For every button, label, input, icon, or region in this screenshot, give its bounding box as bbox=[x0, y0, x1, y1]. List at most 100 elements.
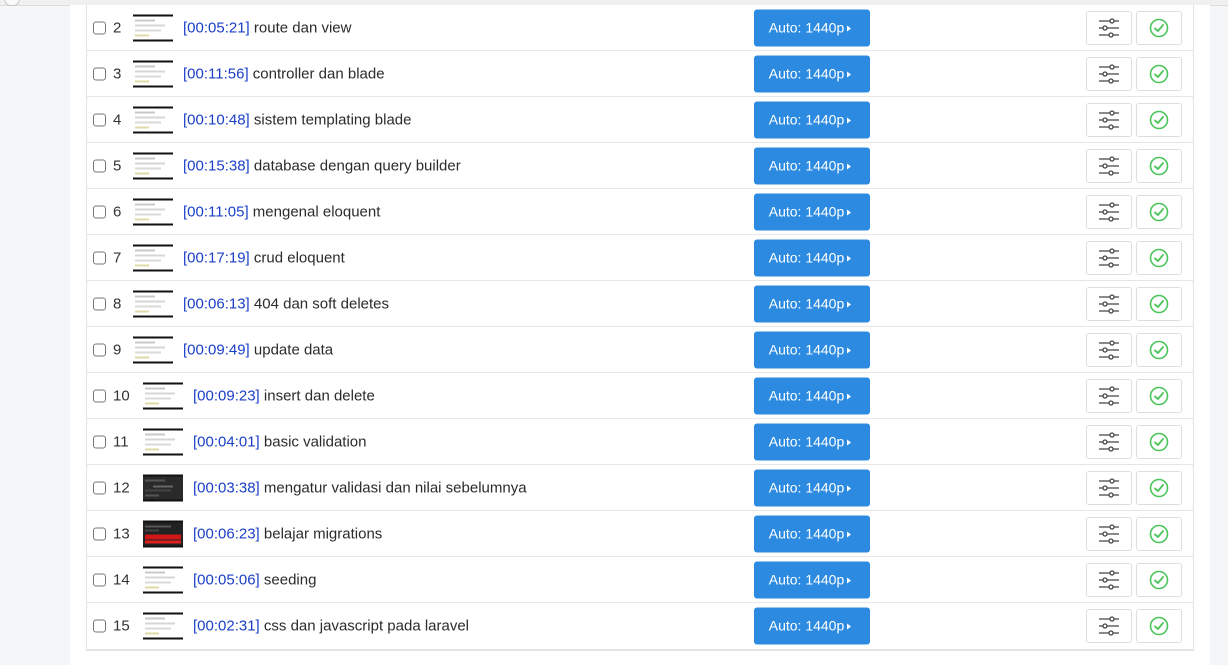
video-thumbnail[interactable] bbox=[143, 428, 183, 455]
settings-button[interactable] bbox=[1086, 148, 1132, 183]
video-thumbnail[interactable] bbox=[143, 612, 183, 640]
select-checkbox[interactable] bbox=[93, 113, 106, 126]
mark-done-button[interactable] bbox=[1136, 332, 1182, 367]
settings-button[interactable] bbox=[1086, 286, 1132, 321]
select-checkbox[interactable] bbox=[93, 435, 106, 448]
video-thumbnail[interactable] bbox=[143, 474, 183, 501]
settings-button[interactable] bbox=[1086, 424, 1132, 459]
select-checkbox[interactable] bbox=[93, 619, 106, 633]
settings-button[interactable] bbox=[1086, 470, 1132, 505]
select-checkbox[interactable] bbox=[93, 251, 106, 264]
select-checkbox[interactable] bbox=[93, 343, 106, 356]
quality-button[interactable]: Auto: 1440p bbox=[754, 469, 870, 506]
video-duration: [00:11:56] bbox=[183, 65, 249, 82]
quality-button[interactable]: Auto: 1440p bbox=[754, 239, 870, 276]
select-checkbox[interactable] bbox=[93, 67, 106, 80]
video-number: 9 bbox=[113, 341, 122, 358]
video-number: 14 bbox=[113, 571, 130, 588]
video-thumbnail[interactable] bbox=[133, 152, 173, 179]
video-title[interactable]: [00:09:49] update data bbox=[183, 341, 333, 358]
sliders-icon bbox=[1099, 109, 1119, 130]
settings-button[interactable] bbox=[1086, 516, 1132, 551]
video-thumbnail[interactable] bbox=[133, 198, 173, 225]
video-title[interactable]: [00:04:01] basic validation bbox=[193, 433, 366, 450]
video-duration: [00:10:48] bbox=[183, 111, 250, 128]
quality-button[interactable]: Auto: 1440p bbox=[754, 377, 870, 414]
video-title[interactable]: [00:10:48] sistem templating blade bbox=[183, 111, 412, 128]
video-number: 7 bbox=[113, 249, 122, 266]
mark-done-button[interactable] bbox=[1136, 148, 1182, 183]
mark-done-button[interactable] bbox=[1136, 286, 1182, 321]
video-thumbnail[interactable] bbox=[133, 60, 173, 87]
settings-button[interactable] bbox=[1086, 378, 1132, 413]
quality-button[interactable]: Auto: 1440p bbox=[754, 561, 870, 598]
mark-done-button[interactable] bbox=[1136, 562, 1182, 597]
video-thumbnail[interactable] bbox=[143, 520, 183, 547]
mark-done-button[interactable] bbox=[1136, 378, 1182, 413]
settings-button[interactable] bbox=[1086, 56, 1132, 91]
check-circle-icon bbox=[1149, 202, 1169, 221]
select-checkbox[interactable] bbox=[93, 481, 106, 494]
quality-button[interactable]: Auto: 1440p bbox=[754, 147, 870, 184]
settings-button[interactable] bbox=[1086, 240, 1132, 275]
video-title[interactable]: [00:17:19] crud eloquent bbox=[183, 249, 345, 266]
video-duration: [00:09:23] bbox=[193, 387, 260, 404]
video-title[interactable]: [00:03:38] mengatur validasi dan nilai s… bbox=[193, 479, 527, 496]
video-number: 2 bbox=[113, 19, 122, 36]
video-thumbnail[interactable] bbox=[133, 244, 173, 271]
mark-done-button[interactable] bbox=[1136, 609, 1182, 643]
mark-done-button[interactable] bbox=[1136, 470, 1182, 505]
select-checkbox[interactable] bbox=[93, 573, 106, 586]
video-row: 15 [00:02:31] css dan javascript pada la… bbox=[87, 603, 1193, 650]
quality-button[interactable]: Auto: 1440p bbox=[754, 9, 870, 46]
quality-button[interactable]: Auto: 1440p bbox=[754, 101, 870, 138]
quality-button[interactable]: Auto: 1440p bbox=[754, 515, 870, 552]
select-checkbox[interactable] bbox=[93, 527, 106, 540]
mark-done-button[interactable] bbox=[1136, 194, 1182, 229]
select-checkbox[interactable] bbox=[93, 159, 106, 172]
check-circle-icon bbox=[1149, 18, 1169, 37]
video-title[interactable]: [00:15:38] database dengan query builder bbox=[183, 157, 461, 174]
select-checkbox[interactable] bbox=[93, 297, 106, 310]
video-title[interactable]: [00:02:31] css dan javascript pada larav… bbox=[193, 618, 469, 635]
select-checkbox[interactable] bbox=[93, 21, 106, 34]
quality-button[interactable]: Auto: 1440p bbox=[754, 423, 870, 460]
settings-button[interactable] bbox=[1086, 102, 1132, 137]
video-title[interactable]: [00:09:23] insert dan delete bbox=[193, 387, 375, 404]
video-thumbnail[interactable] bbox=[133, 290, 173, 317]
mark-done-button[interactable] bbox=[1136, 240, 1182, 275]
video-title[interactable]: [00:06:13] 404 dan soft deletes bbox=[183, 295, 389, 312]
settings-button[interactable] bbox=[1086, 562, 1132, 597]
mark-done-button[interactable] bbox=[1136, 424, 1182, 459]
quality-button[interactable]: Auto: 1440p bbox=[754, 193, 870, 230]
select-checkbox[interactable] bbox=[93, 205, 106, 218]
mark-done-button[interactable] bbox=[1136, 516, 1182, 551]
settings-button[interactable] bbox=[1086, 609, 1132, 643]
video-title-text: database dengan query builder bbox=[253, 157, 461, 174]
mark-done-button[interactable] bbox=[1136, 10, 1182, 45]
video-row: 14 [00:05:06] seeding Auto: 1440p bbox=[87, 557, 1193, 603]
check-circle-icon bbox=[1149, 64, 1169, 83]
quality-button[interactable]: Auto: 1440p bbox=[754, 55, 870, 92]
video-title[interactable]: [00:05:21] route dan view bbox=[183, 19, 351, 36]
mark-done-button[interactable] bbox=[1136, 56, 1182, 91]
settings-button[interactable] bbox=[1086, 194, 1132, 229]
video-title[interactable]: [00:05:06] seeding bbox=[193, 571, 316, 588]
video-thumbnail[interactable] bbox=[143, 382, 183, 409]
quality-button[interactable]: Auto: 1440p bbox=[754, 331, 870, 368]
quality-button[interactable]: Auto: 1440p bbox=[754, 607, 870, 645]
video-title[interactable]: [00:06:23] belajar migrations bbox=[193, 525, 382, 542]
video-title[interactable]: [00:11:05] mengenal eloquent bbox=[183, 203, 380, 220]
settings-button[interactable] bbox=[1086, 332, 1132, 367]
caret-right-icon bbox=[847, 347, 852, 354]
video-thumbnail[interactable] bbox=[133, 14, 173, 41]
video-title[interactable]: [00:11:56] controller dan blade bbox=[183, 65, 385, 82]
video-thumbnail[interactable] bbox=[133, 106, 173, 133]
quality-button[interactable]: Auto: 1440p bbox=[754, 285, 870, 322]
video-number: 6 bbox=[113, 203, 122, 220]
video-thumbnail[interactable] bbox=[143, 566, 183, 593]
select-checkbox[interactable] bbox=[93, 389, 106, 402]
mark-done-button[interactable] bbox=[1136, 102, 1182, 137]
settings-button[interactable] bbox=[1086, 10, 1132, 45]
video-thumbnail[interactable] bbox=[133, 336, 173, 363]
